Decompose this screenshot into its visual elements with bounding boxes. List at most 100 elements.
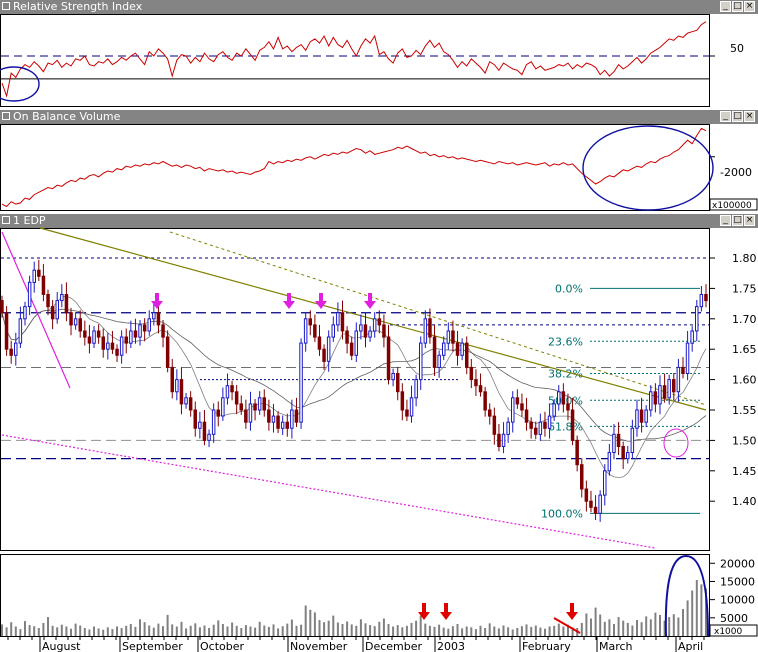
candle-body [133,330,138,338]
candle-body [511,397,515,423]
volume-bar [346,621,349,636]
candle-body [106,342,110,350]
volume-bar [608,619,611,636]
volume-bar [539,627,542,636]
volume-bar [166,614,169,636]
candle-body [400,391,405,411]
volume-bar [28,625,31,636]
candle-body [216,409,220,417]
volume-bar [244,625,247,636]
candle-body [50,306,55,320]
candle-body [69,312,73,326]
volume-bar [111,629,114,636]
volume-bar [254,627,257,636]
volume-bar [212,624,215,636]
candle-body [303,318,308,344]
volume-bar [33,626,36,636]
volume-bar [88,629,91,636]
volume-bar [544,628,546,636]
volume-scale-label: x1000 [714,627,743,637]
fib-level-label: 23.6% [548,335,583,348]
candle-body [570,409,575,441]
volume-bar [180,621,183,636]
candle-body [483,391,487,411]
candle-body [557,391,561,405]
volume-bar [433,626,436,636]
candle-body [55,300,59,320]
volume-bar [295,625,298,636]
candle-body [699,294,704,308]
volume-bar [336,622,339,636]
candle-body [520,403,524,411]
arrow-shaft [570,603,574,613]
volume-bar [171,624,174,636]
candle-body [110,342,115,350]
candle-body [616,433,621,447]
volume-bar [456,624,459,636]
volume-bar [231,622,234,636]
candle-body [368,330,372,338]
candle-body [529,421,533,429]
rsi-highlight-ellipse [0,66,40,102]
candle-body [630,427,635,454]
candle-body [575,439,579,466]
candle-body [267,409,271,423]
volume-bar [70,628,72,636]
volume-bar [405,625,408,636]
candle-body [147,318,151,332]
price-tick-label: 1.70 [732,313,757,326]
candle-body [152,312,156,320]
volume-bar [318,620,321,636]
volume-bar [290,619,293,636]
candle-body [621,446,625,460]
candle-body [345,330,349,344]
volume-bar [175,626,178,636]
volume-bar [327,620,330,636]
fib-level-label: 100.0% [541,507,583,520]
volume-annotation-arrow [566,603,578,620]
candle-body [64,294,69,314]
candle-body [211,409,216,435]
candle-body [598,494,602,514]
chart-window: Relative Strength Index _ □ × On Balance… [0,0,758,652]
volume-bar [217,620,220,636]
candle-body [492,415,497,435]
candle-body [41,275,46,295]
candle-body [524,409,529,423]
volume-bar [428,625,431,636]
candle-body [432,336,437,368]
volume-bar [373,626,376,636]
volume-tick-label: 10000 [720,594,755,607]
volume-bar [157,623,160,636]
candle-body [198,421,202,429]
volume-bar [79,625,82,636]
candle-body [271,415,276,423]
volume-bar [139,619,141,636]
volume-bar [631,625,634,636]
volume-bar [438,624,441,636]
volume-bar [525,624,528,636]
arrow-head [364,301,376,309]
candle-body [372,318,377,332]
volume-bar [594,607,597,636]
candle-body [115,348,119,356]
support-trend-line [1,434,656,549]
price-tick-label: 1.60 [732,374,757,387]
volume-bar [530,626,533,636]
candle-body [704,294,708,302]
volume-bar [442,627,445,636]
arrow-head [283,301,295,309]
arrow-shaft [368,293,372,301]
volume-bar [286,623,289,636]
candle-body [248,403,253,423]
volume-bar [603,621,606,636]
candle-body [377,318,382,326]
candle-body [685,342,690,375]
rsi-series-line [1,21,707,98]
volume-bar [369,625,372,636]
volume-bar [585,613,588,636]
candle-body [290,409,294,429]
candle-body [184,397,188,405]
volume-bar [410,622,413,636]
volume-bar [221,624,224,636]
